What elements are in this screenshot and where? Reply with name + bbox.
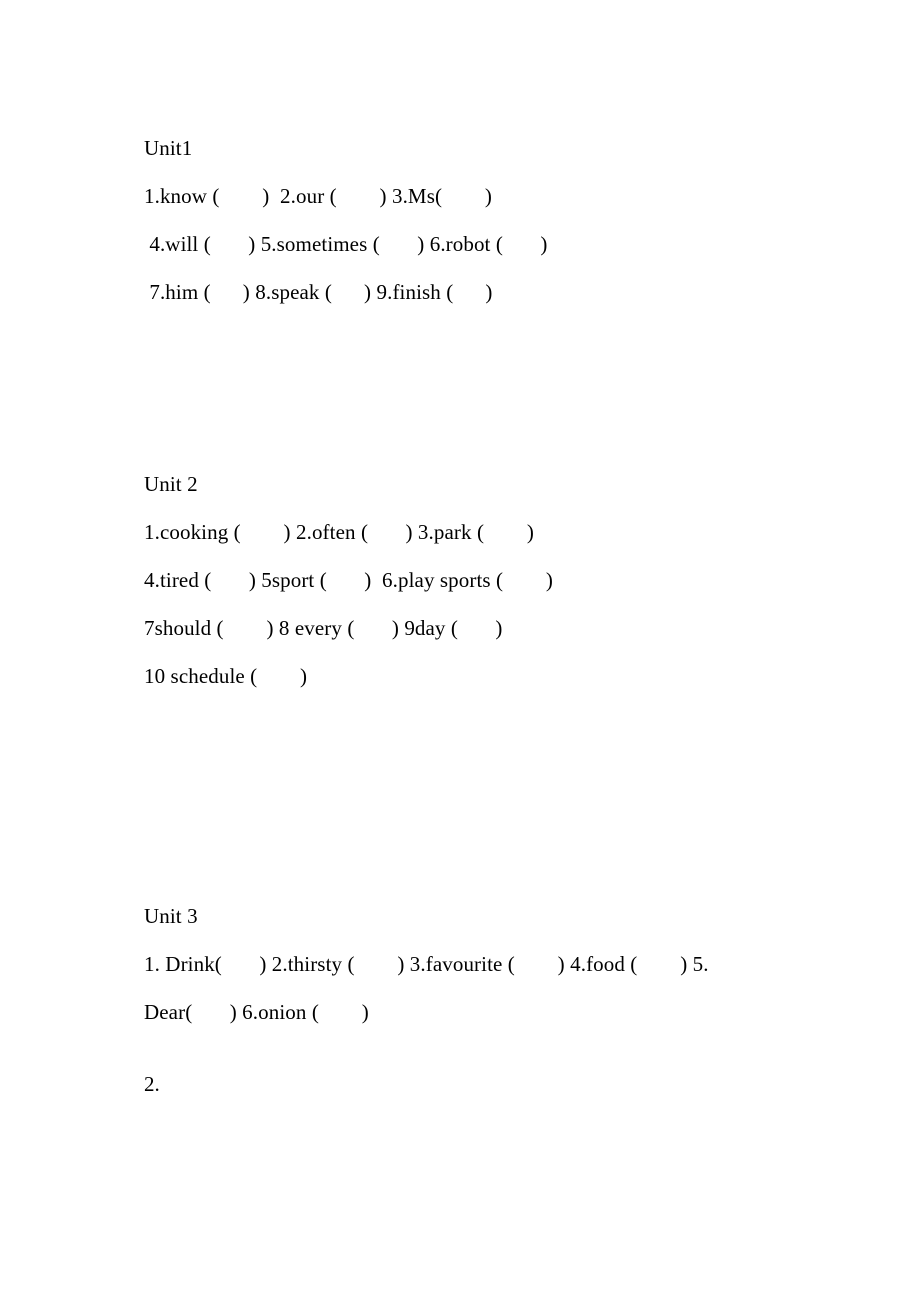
section-heading-unit1: Unit1 [144, 136, 193, 160]
section-unit3: Unit 3 1. Drink( ) 2.thirsty ( ) 3.favou… [144, 892, 880, 1108]
document-page: Unit1 1.know ( ) 2.our ( ) 3.Ms( ) 4.wil… [0, 0, 920, 1302]
item-spacer [144, 1036, 880, 1060]
section-unit1: Unit1 1.know ( ) 2.our ( ) 3.Ms( ) 4.wil… [144, 124, 880, 316]
exercise-line: 7should ( ) 8 every ( ) 9day ( ) [144, 616, 503, 640]
exercise-item-marker: 2. [144, 1072, 160, 1096]
document-content: Unit1 1.know ( ) 2.our ( ) 3.Ms( ) 4.wil… [144, 124, 880, 1108]
exercise-line: 1.know ( ) 2.our ( ) 3.Ms( ) [144, 184, 492, 208]
exercise-line: 1. Drink( ) 2.thirsty ( ) 3.favourite ( … [144, 952, 709, 976]
exercise-line: 4.tired ( ) 5sport ( ) 6.play sports ( ) [144, 568, 554, 592]
exercise-line: 7.him ( ) 8.speak ( ) 9.finish ( ) [144, 280, 493, 304]
exercise-line: 10 schedule ( ) [144, 664, 308, 688]
exercise-line: Dear( ) 6.onion ( ) [144, 1000, 369, 1024]
exercise-line: 4.will ( ) 5.sometimes ( ) 6.robot ( ) [144, 232, 548, 256]
section-heading-unit3: Unit 3 [144, 904, 198, 928]
exercise-line: 1.cooking ( ) 2.often ( ) 3.park ( ) [144, 520, 534, 544]
section-unit2: Unit 2 1.cooking ( ) 2.often ( ) 3.park … [144, 460, 880, 700]
section-heading-unit2: Unit 2 [144, 472, 198, 496]
